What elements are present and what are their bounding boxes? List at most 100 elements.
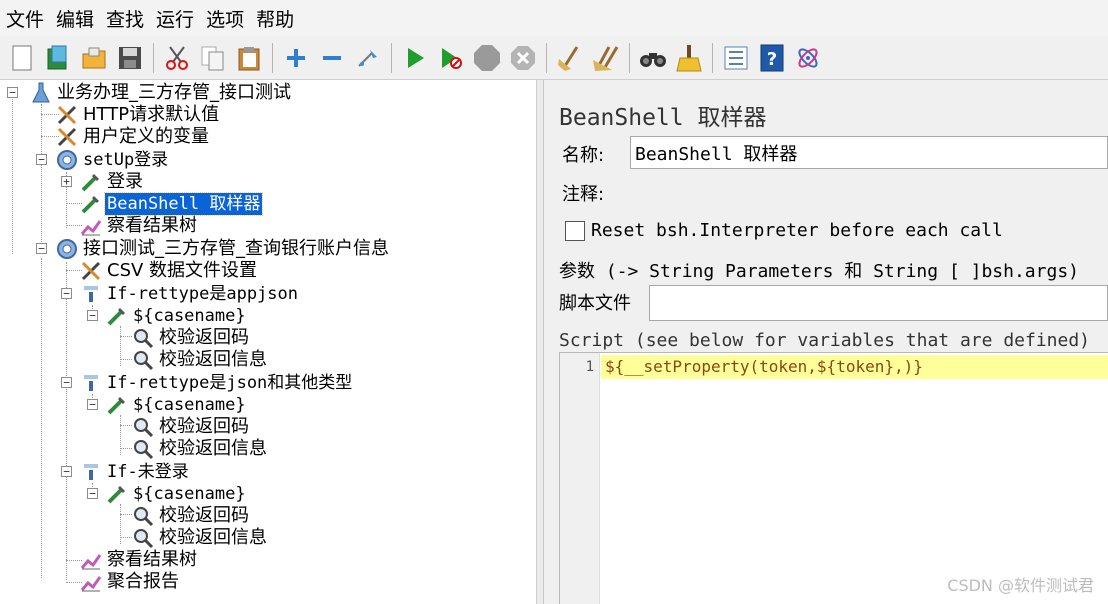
- tree-node-view-results-tree[interactable]: 察看结果树: [80, 215, 199, 237]
- tree-node-label: 业务办理_三方存管_接口测试: [57, 82, 291, 103]
- collapse-icon[interactable]: [317, 43, 347, 73]
- tree-node-label: If-rettype是appjson: [107, 284, 298, 304]
- collapse-toggle[interactable]: −: [61, 377, 72, 388]
- chart-icon: [80, 571, 102, 593]
- chart-icon: [80, 549, 102, 571]
- split-pane-divider[interactable]: [537, 80, 544, 604]
- function-helper-icon[interactable]: [721, 43, 751, 73]
- script-file-field[interactable]: [649, 285, 1108, 321]
- toolbar-separator: [272, 42, 273, 73]
- reset-search-icon[interactable]: [674, 43, 704, 73]
- log-viewer-icon[interactable]: [793, 43, 823, 73]
- collapse-toggle[interactable]: −: [61, 288, 72, 299]
- tree-node-if-json-other[interactable]: If-rettype是json和其他类型: [80, 372, 354, 394]
- clear-icon[interactable]: [555, 43, 585, 73]
- expand-icon[interactable]: [281, 43, 311, 73]
- tree-node-setup-group[interactable]: setUp登录: [56, 149, 170, 171]
- magnifier-icon: [132, 327, 154, 349]
- tree-node-casename-sampler[interactable]: ${casename}: [106, 305, 248, 327]
- tree-node-aggregate-report[interactable]: 聚合报告: [80, 571, 181, 593]
- magnifier-icon: [132, 527, 154, 549]
- pipette-icon: [106, 305, 128, 327]
- tree-node-test-plan[interactable]: 业务办理_三方存管_接口测试: [30, 82, 293, 104]
- line-number: 1: [585, 359, 594, 375]
- name-label: 名称:: [562, 145, 605, 166]
- tree-node-label: ${casename}: [133, 395, 246, 415]
- tree-node-view-results-tree[interactable]: 察看结果树: [80, 549, 199, 571]
- tree-node-assert-message[interactable]: 校验返回信息: [132, 349, 269, 371]
- start-no-timers-icon[interactable]: [436, 43, 466, 73]
- start-icon[interactable]: [400, 43, 430, 73]
- collapse-toggle[interactable]: −: [87, 488, 98, 499]
- collapse-toggle[interactable]: −: [87, 399, 98, 410]
- tree-node-assert-message[interactable]: 校验返回信息: [132, 438, 269, 460]
- menu-search[interactable]: 查找: [106, 5, 144, 32]
- tree-node-assert-code[interactable]: 校验返回码: [132, 505, 251, 527]
- line-number-gutter: 1: [560, 353, 600, 604]
- tree-node-label: 校验返回信息: [159, 527, 267, 548]
- help-icon[interactable]: ?: [757, 43, 787, 73]
- collapse-toggle[interactable]: −: [87, 310, 98, 321]
- save-icon[interactable]: [115, 43, 145, 73]
- toolbar-separator: [391, 42, 392, 73]
- tree-node-user-variables[interactable]: 用户定义的变量: [56, 126, 211, 148]
- tree-node-assert-code[interactable]: 校验返回码: [132, 416, 251, 438]
- expand-toggle[interactable]: +: [61, 176, 72, 187]
- cut-icon[interactable]: [162, 43, 192, 73]
- watermark: CSDN @软件测试君: [947, 576, 1094, 595]
- tree-node-if-appjson[interactable]: If-rettype是appjson: [80, 283, 300, 305]
- toggle-icon[interactable]: [353, 43, 383, 73]
- menu-options[interactable]: 选项: [206, 5, 244, 32]
- menu-run[interactable]: 运行: [156, 5, 194, 32]
- copy-icon[interactable]: [198, 43, 228, 73]
- name-field-value: BeanShell 取样器: [635, 144, 798, 165]
- paste-icon[interactable]: [234, 43, 264, 73]
- tree-node-casename-sampler[interactable]: ${casename}: [106, 394, 248, 416]
- tree-node-label: 校验返回信息: [159, 349, 267, 370]
- tree-node-label: ${casename}: [133, 306, 246, 326]
- name-field[interactable]: BeanShell 取样器: [630, 136, 1108, 169]
- menu-help[interactable]: 帮助: [256, 5, 294, 32]
- tree-node-label: 用户定义的变量: [83, 126, 209, 147]
- reset-interpreter-checkbox[interactable]: [565, 221, 585, 241]
- clear-all-icon[interactable]: [591, 43, 621, 73]
- stop-icon[interactable]: [472, 43, 502, 73]
- script-editor[interactable]: 1 ${__setProperty(token,${token},)}: [559, 352, 1108, 604]
- collapse-toggle[interactable]: −: [61, 466, 72, 477]
- tree-node-label: If-未登录: [107, 462, 189, 482]
- tree-node-casename-sampler[interactable]: ${casename}: [106, 483, 248, 505]
- script-label: Script (see below for variables that are…: [559, 330, 1091, 351]
- tree-node-label: 察看结果树: [107, 215, 197, 236]
- new-icon[interactable]: [7, 43, 37, 73]
- tree-node-csv-config[interactable]: CSV 数据文件设置: [80, 260, 259, 282]
- tree-node-http-defaults[interactable]: HTTP请求默认值: [56, 104, 221, 126]
- chart-icon: [80, 215, 102, 237]
- search-icon[interactable]: [638, 43, 668, 73]
- open-icon[interactable]: [79, 43, 109, 73]
- comment-field[interactable]: [622, 173, 1108, 207]
- tree-node-if-not-logged-in[interactable]: If-未登录: [80, 461, 191, 483]
- menu-file[interactable]: 文件: [6, 5, 44, 32]
- if-controller-icon: [80, 283, 102, 305]
- pipette-icon: [80, 193, 102, 215]
- tree-node-beanshell-sampler[interactable]: BeanShell 取样器: [80, 192, 264, 216]
- tree-node-label: CSV 数据文件设置: [107, 260, 258, 281]
- gear-icon: [56, 149, 78, 171]
- collapse-toggle[interactable]: −: [7, 87, 18, 98]
- reset-interpreter-label: Reset bsh.Interpreter before each call: [591, 220, 1003, 241]
- tree-node-label: If-rettype是json和其他类型: [107, 373, 353, 393]
- templates-icon[interactable]: [43, 43, 73, 73]
- test-plan-tree: − − + − − − − − − − 业务办理_三方存管_接口测试 HTTP请…: [0, 80, 537, 604]
- tree-node-test-group[interactable]: 接口测试_三方存管_查询银行账户信息: [56, 238, 391, 260]
- menu-edit[interactable]: 编辑: [56, 5, 94, 32]
- tree-node-assert-message[interactable]: 校验返回信息: [132, 527, 269, 549]
- tree-node-label: 校验返回信息: [159, 438, 267, 459]
- pipette-icon: [106, 394, 128, 416]
- collapse-toggle[interactable]: −: [36, 154, 47, 165]
- tree-node-label: 接口测试_三方存管_查询银行账户信息: [83, 238, 389, 259]
- tree-node-assert-code[interactable]: 校验返回码: [132, 327, 251, 349]
- script-code-line: ${__setProperty(token,${token},)}: [605, 357, 923, 376]
- shutdown-icon[interactable]: [508, 43, 538, 73]
- tree-node-login-sampler[interactable]: 登录: [80, 171, 145, 193]
- collapse-toggle[interactable]: −: [36, 243, 47, 254]
